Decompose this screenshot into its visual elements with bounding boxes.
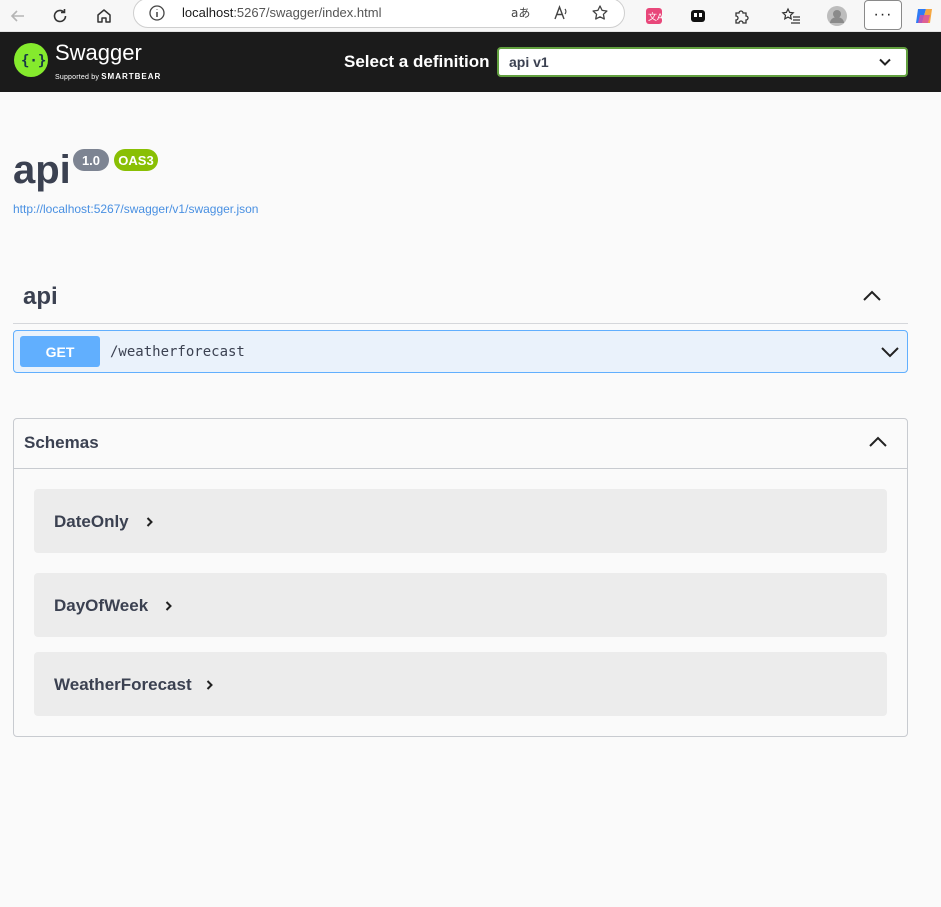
chevron-right-icon[interactable]: [144, 515, 156, 533]
supported-by-text: Supported by SMARTBEAR: [55, 72, 162, 81]
favorites-list-icon[interactable]: [779, 4, 803, 28]
divider: [13, 323, 908, 324]
spec-json-link[interactable]: http://localhost:5267/swagger/v1/swagger…: [13, 202, 258, 216]
swagger-topbar: {·} Swagger Supported by SMARTBEAR Selec…: [0, 32, 941, 92]
api-title: api: [13, 148, 71, 192]
definition-select-value: api v1: [509, 54, 549, 70]
schemas-section: Schemas DateOnly DayOfWeek WeatherForeca…: [13, 418, 908, 737]
model-name: DateOnly: [54, 512, 129, 531]
profile-avatar-icon[interactable]: [825, 4, 849, 28]
extension-app-icon[interactable]: [686, 4, 710, 28]
copilot-icon[interactable]: [912, 4, 936, 28]
translate-icon[interactable]: aあ: [509, 2, 531, 24]
extensions-puzzle-icon[interactable]: [730, 4, 754, 28]
back-icon[interactable]: [6, 4, 30, 28]
address-bar[interactable]: localhost:5267/swagger/index.html aあ: [133, 0, 625, 28]
favorite-star-icon[interactable]: [589, 2, 611, 24]
more-menu-button[interactable]: ···: [864, 0, 902, 30]
address-url: localhost:5267/swagger/index.html: [182, 5, 382, 20]
tag-title[interactable]: api: [23, 283, 58, 311]
operation-path: /weatherforecast: [110, 344, 245, 360]
method-badge: GET: [20, 336, 100, 367]
site-info-icon[interactable]: [148, 4, 166, 27]
refresh-icon[interactable]: [48, 4, 72, 28]
svg-text:aあ: aあ: [511, 6, 530, 20]
chevron-right-icon[interactable]: [204, 678, 216, 696]
schema-model-dateonly[interactable]: DateOnly: [34, 489, 887, 553]
model-name: WeatherForecast: [54, 675, 192, 694]
browser-toolbar: localhost:5267/swagger/index.html aあ 文A …: [0, 0, 941, 32]
oas-badge: OAS3: [114, 149, 158, 171]
read-aloud-icon[interactable]: [550, 2, 572, 24]
schema-model-dayofweek[interactable]: DayOfWeek: [34, 573, 887, 637]
swagger-logo-icon[interactable]: {·}: [13, 42, 49, 78]
svg-text:文A: 文A: [648, 11, 663, 23]
chevron-up-icon[interactable]: [867, 433, 889, 456]
schema-model-weatherforecast[interactable]: WeatherForecast: [34, 652, 887, 716]
home-icon[interactable]: [92, 4, 116, 28]
swagger-logo-text: Swagger: [55, 40, 142, 65]
chevron-down-icon: [878, 55, 892, 74]
schemas-title: Schemas: [24, 433, 99, 452]
model-name: DayOfWeek: [54, 596, 149, 615]
version-badge: 1.0: [73, 149, 109, 171]
svg-text:{·}: {·}: [21, 53, 46, 69]
operation-get-weatherforecast[interactable]: GET /weatherforecast: [13, 330, 908, 373]
definition-select[interactable]: api v1: [497, 47, 908, 77]
select-definition-label: Select a definition: [344, 52, 490, 71]
schemas-header[interactable]: Schemas: [14, 419, 907, 469]
translator-extension-icon[interactable]: 文A: [642, 4, 666, 28]
chevron-up-icon[interactable]: [860, 286, 884, 306]
chevron-right-icon[interactable]: [163, 599, 175, 617]
chevron-down-icon[interactable]: [879, 343, 901, 366]
